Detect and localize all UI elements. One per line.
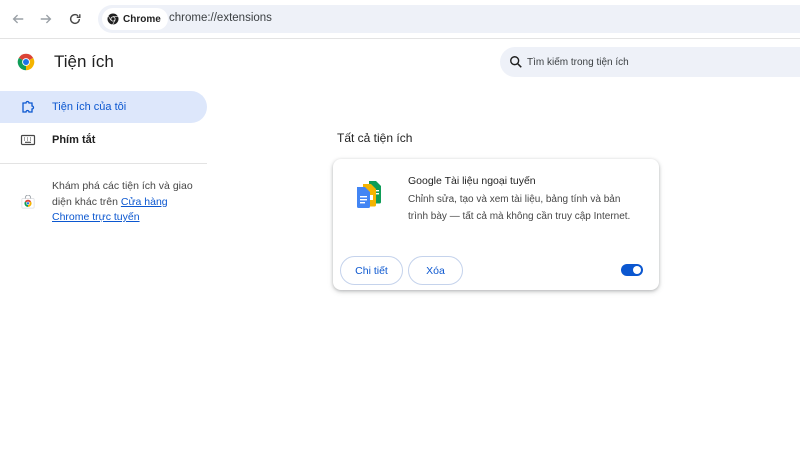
address-bar[interactable]: Chrome chrome://extensions [98,5,800,33]
chrome-logo-icon [107,13,119,25]
reload-icon [69,13,81,25]
arrow-back-icon [12,14,24,24]
toggle-knob [633,266,641,274]
sidebar-item-keyboard-shortcuts[interactable]: Phím tắt [0,124,207,156]
search-icon [510,56,522,68]
search-box[interactable] [500,47,800,77]
web-store-promo: Khám phá các tiện ích và giao diện khác … [52,179,197,226]
section-title: Tất cả tiện ích [337,131,413,145]
site-chip-label: Chrome [123,13,161,25]
web-store-icon [21,195,35,209]
forward-button[interactable] [35,8,57,30]
toolbar-divider [0,38,800,39]
extension-card: Google Tài liệu ngoại tuyến Chỉnh sửa, t… [333,159,659,290]
chrome-logo-icon [17,53,35,71]
search-input[interactable] [527,47,787,77]
url-text[interactable]: chrome://extensions [169,12,272,24]
remove-button[interactable]: Xóa [408,256,463,285]
extension-enable-toggle[interactable] [621,264,643,276]
details-button[interactable]: Chi tiết [340,256,403,285]
arrow-forward-icon [40,14,52,24]
back-button[interactable] [7,8,29,30]
extension-name: Google Tài liệu ngoại tuyến [408,175,536,187]
extension-puzzle-icon [22,100,35,113]
keyboard-icon [20,134,36,146]
sidebar-divider [0,163,207,164]
browser-toolbar: Chrome chrome://extensions [0,0,800,38]
sidebar-item-label: Tiện ích của tôi [52,101,127,113]
sidebar-item-label: Phím tắt [52,134,96,146]
reload-button[interactable] [64,8,86,30]
site-chip[interactable]: Chrome [102,8,168,30]
extension-description: Chỉnh sửa, tạo và xem tài liệu, bảng tín… [408,194,631,222]
google-docs-offline-icon [357,181,381,208]
page-title: Tiện ích [54,52,114,71]
sidebar-item-my-extensions[interactable]: Tiện ích của tôi [0,91,207,123]
